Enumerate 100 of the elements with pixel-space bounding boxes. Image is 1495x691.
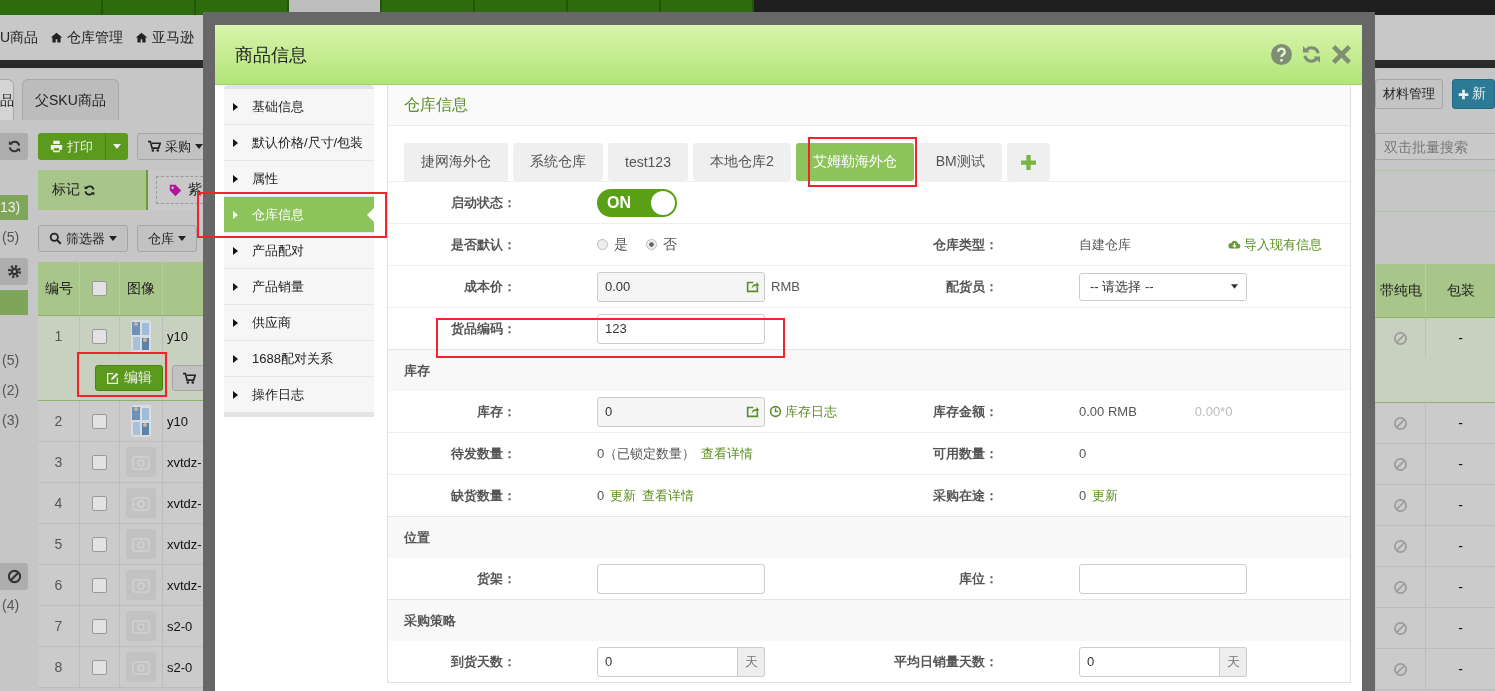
nav-item[interactable]: 默认价格/尺寸/包装	[224, 125, 374, 161]
field-label: 货架：	[477, 570, 516, 586]
table-cell: 3	[38, 442, 80, 482]
mark-filter[interactable]: 标记	[38, 170, 148, 210]
checkbox[interactable]	[92, 577, 107, 593]
side-count[interactable]: (5)	[0, 225, 28, 250]
table-cell-text: -	[1457, 414, 1464, 433]
side-tool-button[interactable]	[0, 563, 28, 590]
field-value: 0	[1079, 446, 1087, 461]
input-field[interactable]: 123	[597, 313, 765, 344]
nav-item[interactable]: 产品销量	[224, 269, 374, 305]
input-field[interactable]	[597, 563, 765, 594]
field-label: 缺货数量：	[451, 487, 516, 503]
refresh-icon[interactable]	[1301, 44, 1322, 65]
side-tool-button[interactable]	[0, 258, 28, 285]
ban-icon	[1393, 497, 1408, 513]
tag-icon	[169, 183, 182, 197]
input-field[interactable]: 0	[597, 646, 738, 677]
field-label: 是否默认：	[451, 236, 516, 252]
nav-item[interactable]: 基础信息	[224, 89, 374, 125]
field-label: 库位：	[959, 570, 998, 586]
text-link[interactable]: 更新	[1092, 486, 1119, 505]
checkbox[interactable]	[92, 281, 107, 296]
nav-tab[interactable]	[103, 0, 196, 15]
input-field[interactable]: 0	[1079, 646, 1220, 677]
help-icon[interactable]	[1271, 44, 1292, 65]
nav-item[interactable]: 属性	[224, 161, 374, 197]
filter-dropdown[interactable]: 仓库	[137, 225, 197, 252]
text-link[interactable]: 查看详情	[642, 486, 695, 505]
close-icon[interactable]	[1331, 44, 1352, 65]
breadcrumb-link[interactable]: 仓库管理	[50, 28, 124, 47]
checkbox[interactable]	[92, 536, 107, 552]
breadcrumb-link[interactable]: U商品	[0, 28, 39, 47]
nav-item[interactable]: 1688配对关系	[224, 341, 374, 377]
breadcrumb-link[interactable]: 亚马逊	[135, 28, 195, 47]
ban-icon	[1393, 620, 1408, 636]
side-count[interactable]: (3)	[0, 408, 28, 433]
field-label: 到货天数：	[451, 653, 516, 669]
checkbox[interactable]	[92, 413, 107, 429]
input-field[interactable]	[1079, 563, 1247, 594]
input-field[interactable]: 0.00	[597, 271, 765, 302]
checkbox[interactable]	[92, 454, 107, 470]
select-field[interactable]: -- 请选择 --	[1079, 272, 1247, 301]
log-link[interactable]: 库存日志	[769, 402, 837, 421]
caret-icon	[233, 210, 238, 219]
toolbar-button[interactable]: 材料管理	[1375, 79, 1443, 109]
text-link[interactable]: 查看详情	[701, 444, 754, 463]
warehouse-tab[interactable]: 捷网海外仓	[404, 143, 508, 181]
side-tool-button[interactable]	[0, 133, 28, 160]
checkbox[interactable]	[92, 495, 107, 511]
nav-item[interactable]: 操作日志	[224, 377, 374, 413]
filter-dropdown[interactable]: 筛选器	[38, 225, 128, 252]
warehouse-tab[interactable]: 系统仓库	[513, 143, 603, 181]
home-icon	[135, 31, 149, 44]
ban-icon	[1393, 538, 1408, 554]
add-warehouse-button[interactable]	[1006, 143, 1050, 181]
side-count[interactable]: (5)	[0, 348, 28, 373]
text-link[interactable]: 更新	[610, 486, 637, 505]
table-cell-text: s2-0	[166, 658, 194, 677]
warehouse-tab[interactable]: test123	[608, 143, 688, 181]
page-tab[interactable]: 品	[0, 79, 14, 120]
panel-title: 仓库信息	[388, 85, 1350, 126]
side-count[interactable]: (2)	[0, 378, 28, 403]
table-cell-text: -	[1457, 619, 1464, 638]
field-label: 配货员：	[946, 278, 998, 294]
radio-button[interactable]	[646, 239, 657, 250]
table-cell: 7	[38, 606, 80, 646]
table-cell-text: xvtdz-	[166, 453, 203, 472]
radio-label: 否	[663, 235, 677, 254]
share-icon[interactable]	[746, 280, 759, 293]
search-icon	[49, 232, 62, 245]
dropdown-button[interactable]	[105, 133, 128, 160]
cart-icon	[148, 140, 161, 153]
share-icon[interactable]	[746, 405, 759, 418]
warehouse-tab[interactable]: BM测试	[918, 143, 1002, 181]
side-count[interactable]: (4)	[0, 593, 28, 618]
table-cell-text: xvtdz-	[166, 494, 203, 513]
checkbox[interactable]	[92, 328, 107, 344]
table-cell-text: -	[1457, 455, 1464, 474]
checkbox[interactable]	[92, 618, 107, 634]
caret-icon	[233, 354, 238, 363]
nav-item[interactable]: 供应商	[224, 305, 374, 341]
cloud-icon	[1228, 238, 1241, 251]
checkbox[interactable]	[92, 659, 107, 675]
column-header: 编号	[38, 262, 80, 315]
radio-button[interactable]	[597, 239, 608, 250]
import-link[interactable]: 导入现有信息	[1228, 235, 1322, 254]
page-tab[interactable]: 父SKU商品	[22, 79, 119, 120]
caret-icon	[233, 282, 238, 291]
section-title: 位置	[404, 528, 430, 547]
ban-icon	[1393, 330, 1408, 346]
search-field[interactable]: 双击批量搜索	[1375, 133, 1495, 160]
input-field[interactable]: 0	[597, 396, 765, 427]
field-label: 启动状态：	[451, 194, 516, 210]
cart-icon	[183, 371, 196, 385]
warehouse-tab[interactable]: 本地仓库2	[692, 143, 791, 181]
toolbar-button[interactable]: 新	[1452, 79, 1495, 109]
printer-icon	[50, 140, 63, 153]
table-cell-text: -	[1457, 496, 1464, 515]
nav-item[interactable]: 产品配对	[224, 233, 374, 269]
